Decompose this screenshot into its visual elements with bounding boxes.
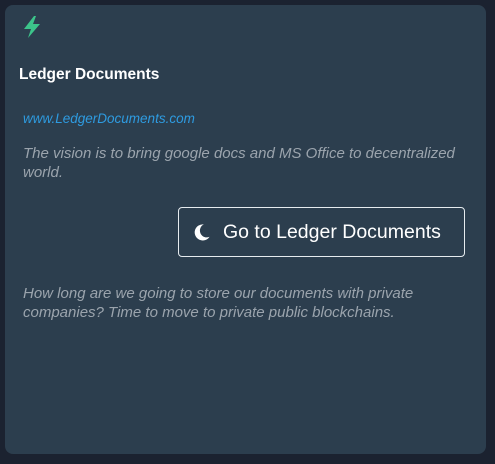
card-title: Ledger Documents — [19, 66, 160, 83]
go-to-ledger-documents-button[interactable]: Go to Ledger Documents — [178, 207, 465, 257]
card-description: The vision is to bring google docs and M… — [23, 145, 455, 181]
card-note: How long are we going to store our docum… — [23, 285, 414, 321]
moon-icon — [192, 223, 211, 242]
lightning-bolt-icon — [21, 15, 43, 39]
ledger-documents-card: Ledger Documents www.LedgerDocuments.com… — [5, 5, 486, 454]
button-label: Go to Ledger Documents — [223, 220, 441, 243]
website-link[interactable]: www.LedgerDocuments.com — [23, 111, 195, 126]
